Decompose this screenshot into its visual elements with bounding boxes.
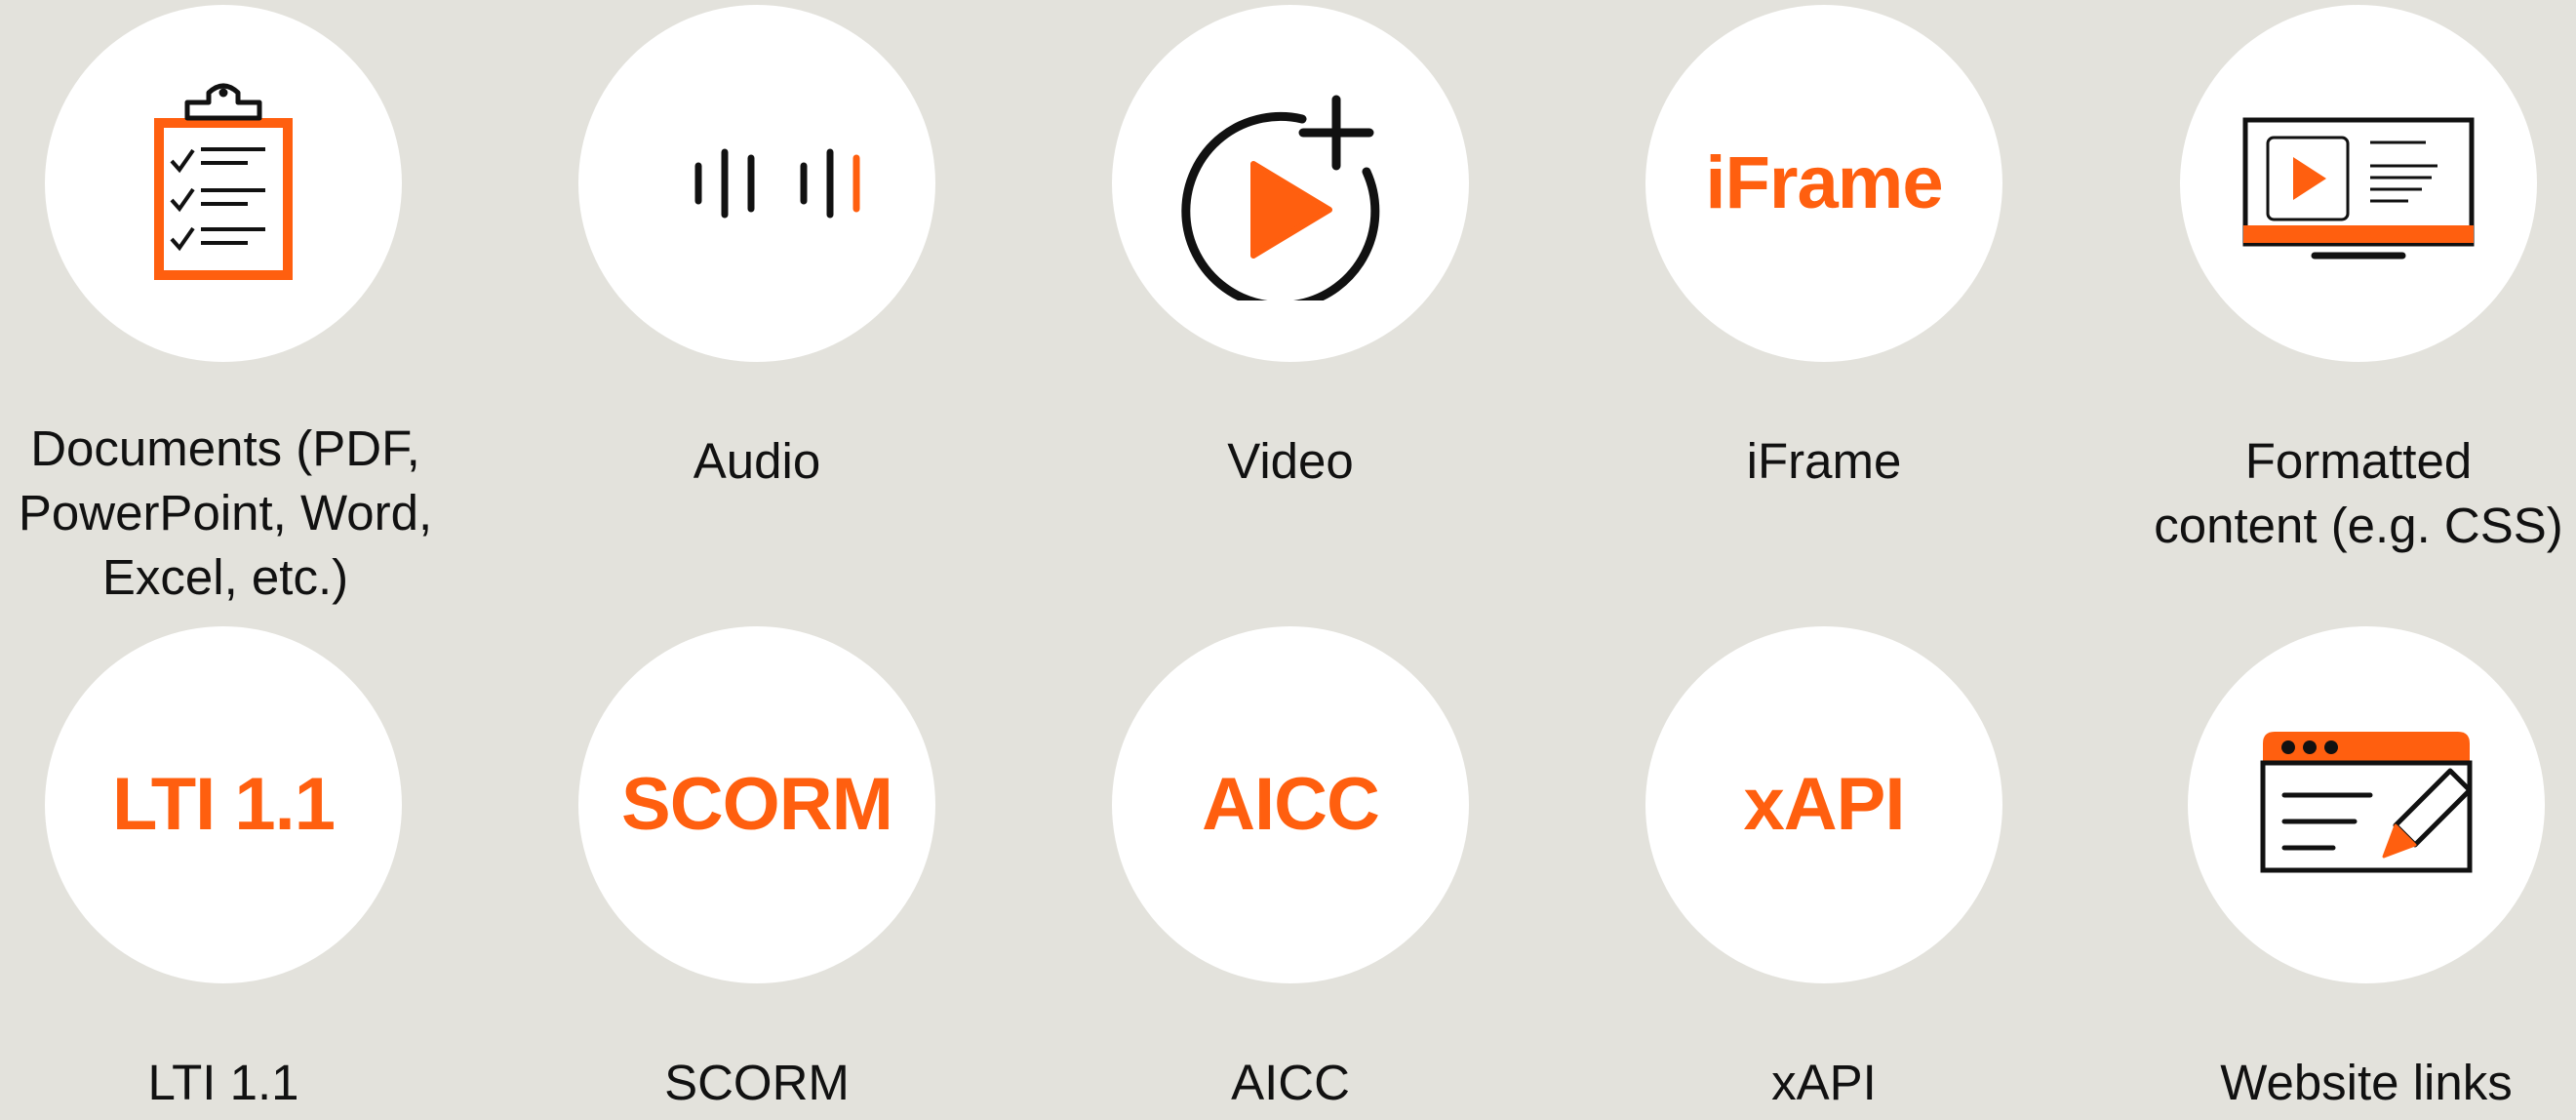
video-circle	[1112, 5, 1469, 362]
audio-circle	[578, 5, 935, 362]
audio-label-line-1: Audio	[693, 433, 821, 489]
website-label: Website links	[2113, 1051, 2576, 1115]
aicc-label: AICC	[1037, 1051, 1544, 1115]
browser-edit-icon	[2260, 732, 2473, 873]
documents-label-line-1: Documents (PDF,	[30, 420, 420, 476]
video-play-add-icon	[1181, 95, 1380, 300]
documents-label-line-2: PowerPoint, Word,	[18, 485, 433, 540]
formatted-label-line-2: content (e.g. CSS)	[2154, 498, 2563, 553]
iframe-label: iFrame	[1570, 429, 2078, 494]
lti-label-line-1: LTI 1.1	[147, 1055, 299, 1110]
xapi-label: xAPI	[1570, 1051, 2078, 1115]
lti-circle: LTI 1.1	[45, 626, 402, 983]
iframe-circle: iFrame	[1645, 5, 2002, 362]
lti-badge-text: LTI 1.1	[111, 763, 336, 846]
iframe-label-line-1: iFrame	[1746, 433, 1902, 489]
video-label: Video	[1037, 429, 1544, 494]
aicc-circle: AICC	[1112, 626, 1469, 983]
video-label-line-1: Video	[1227, 433, 1354, 489]
monitor-content-icon	[2242, 117, 2475, 260]
scorm-circle: SCORM	[578, 626, 935, 983]
xapi-circle: xAPI	[1645, 626, 2002, 983]
scorm-badge-text: SCORM	[621, 763, 893, 846]
documents-label: Documents (PDF, PowerPoint, Word, Excel,…	[0, 417, 479, 610]
scorm-label: SCORM	[503, 1051, 1011, 1115]
xapi-label-line-1: xAPI	[1771, 1055, 1877, 1110]
documents-label-line-3: Excel, etc.)	[101, 549, 349, 605]
audio-label: Audio	[503, 429, 1011, 494]
aicc-badge-text: AICC	[1202, 763, 1380, 846]
iframe-badge-text: iFrame	[1705, 141, 1943, 224]
lti-label: LTI 1.1	[0, 1051, 477, 1115]
scorm-label-line-1: SCORM	[664, 1055, 850, 1110]
audio-waveform-icon	[694, 148, 860, 219]
documents-circle	[45, 5, 402, 362]
xapi-badge-text: xAPI	[1743, 763, 1906, 846]
website-label-line-1: Website links	[2220, 1055, 2513, 1110]
aicc-label-line-1: AICC	[1231, 1055, 1350, 1110]
formatted-circle	[2180, 5, 2537, 362]
website-circle	[2188, 626, 2545, 983]
clipboard-checklist-icon	[154, 83, 293, 280]
formatted-label-line-1: Formatted	[2244, 433, 2473, 489]
formatted-label: Formatted content (e.g. CSS)	[2105, 429, 2576, 558]
